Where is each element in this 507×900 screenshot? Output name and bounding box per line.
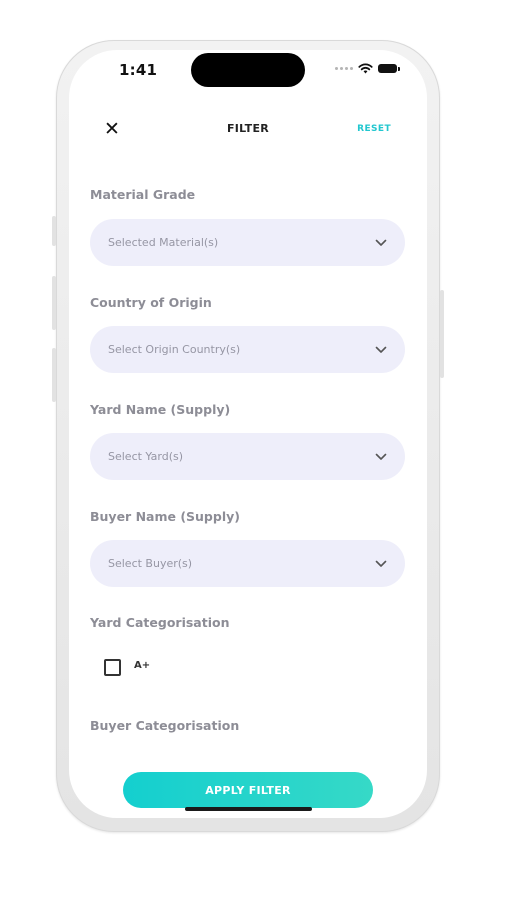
dynamic-island — [191, 53, 305, 87]
battery-icon — [378, 64, 400, 73]
material-grade-label: Material Grade — [90, 187, 196, 202]
chevron-down-icon — [375, 453, 387, 460]
volume-down-button — [52, 348, 56, 402]
yard-name-placeholder: Select Yard(s) — [108, 450, 184, 463]
a-plus-checkbox[interactable] — [104, 659, 121, 676]
yard-categorisation-label: Yard Categorisation — [90, 615, 230, 630]
yard-name-label: Yard Name (Supply) — [90, 402, 231, 417]
buyer-name-placeholder: Select Buyer(s) — [108, 557, 193, 570]
a-plus-checkbox-label: A+ — [134, 660, 151, 671]
app-screen: 1:41 ✕ FILTER RESET Material Grade Selec… — [69, 50, 427, 818]
signal-dots-icon — [335, 67, 353, 70]
buyer-name-select[interactable]: Select Buyer(s) — [90, 540, 405, 587]
buyer-name-label: Buyer Name (Supply) — [90, 509, 240, 524]
chevron-down-icon — [375, 560, 387, 567]
country-of-origin-select[interactable]: Select Origin Country(s) — [90, 326, 405, 373]
material-grade-select[interactable]: Selected Material(s) — [90, 219, 405, 266]
yard-name-select[interactable]: Select Yard(s) — [90, 433, 405, 480]
reset-button[interactable]: RESET — [357, 124, 391, 134]
volume-up-button — [52, 276, 56, 330]
apply-filter-button[interactable]: APPLY FILTER — [123, 772, 373, 808]
home-indicator — [185, 807, 312, 811]
power-button — [440, 290, 444, 378]
mute-switch — [52, 216, 56, 246]
chevron-down-icon — [375, 239, 387, 246]
country-of-origin-placeholder: Select Origin Country(s) — [108, 343, 241, 356]
status-icons — [335, 63, 400, 74]
buyer-categorisation-label: Buyer Categorisation — [90, 718, 240, 733]
country-of-origin-label: Country of Origin — [90, 295, 212, 310]
material-grade-placeholder: Selected Material(s) — [108, 236, 219, 249]
wifi-icon — [358, 63, 373, 74]
chevron-down-icon — [375, 346, 387, 353]
status-time: 1:41 — [119, 61, 158, 79]
